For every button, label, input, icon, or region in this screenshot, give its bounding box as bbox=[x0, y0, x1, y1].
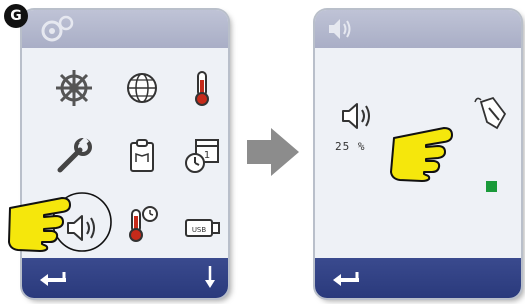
pointing-hand-icon bbox=[390, 127, 453, 182]
touch-icon[interactable] bbox=[473, 94, 513, 134]
top-bar bbox=[22, 10, 228, 48]
volume-title-icon bbox=[329, 19, 351, 39]
thermometer-icon[interactable] bbox=[182, 68, 222, 108]
usb-stick-icon[interactable]: USB bbox=[182, 208, 222, 248]
pointing-hand-icon bbox=[8, 197, 71, 252]
top-bar bbox=[315, 10, 521, 48]
clipboard-icon[interactable] bbox=[122, 136, 162, 176]
back-arrow-icon[interactable] bbox=[329, 266, 363, 290]
device-screen-menu: 1 USB bbox=[22, 10, 228, 298]
bottom-bar bbox=[22, 258, 228, 298]
status-indicator bbox=[486, 181, 497, 192]
svg-text:USB: USB bbox=[192, 226, 207, 234]
volume-value: 25 % bbox=[335, 140, 366, 153]
svg-text:1: 1 bbox=[204, 150, 210, 161]
transition-arrow-icon bbox=[247, 128, 299, 176]
back-arrow-icon[interactable] bbox=[36, 266, 70, 290]
globe-icon[interactable] bbox=[122, 68, 162, 108]
thermometer-clock-icon[interactable] bbox=[122, 204, 162, 244]
step-badge: G bbox=[4, 4, 28, 28]
settings-wheel-icon[interactable] bbox=[54, 68, 94, 108]
down-arrow-icon[interactable] bbox=[202, 264, 218, 292]
bottom-bar bbox=[315, 258, 521, 298]
gears-icon bbox=[41, 15, 74, 42]
wrench-icon[interactable] bbox=[54, 136, 94, 176]
volume-icon[interactable] bbox=[337, 96, 377, 136]
clock-calendar-icon[interactable]: 1 bbox=[182, 136, 222, 176]
